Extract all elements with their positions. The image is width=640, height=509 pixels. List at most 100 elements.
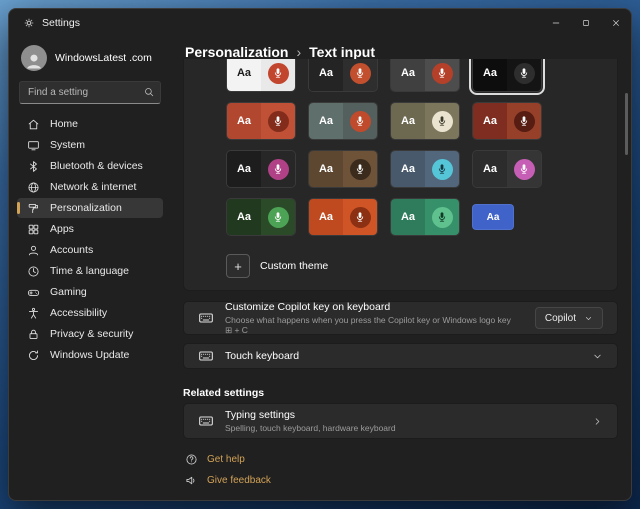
sidebar-item-gaming[interactable]: Gaming	[17, 282, 163, 302]
desktop-background: Settings WindowsLatest .com Home System Bl…	[0, 0, 640, 509]
titlebar: Settings	[9, 9, 631, 37]
copilot-dropdown[interactable]: Copilot	[535, 307, 603, 329]
sidebar-item-time-language[interactable]: Time & language	[17, 261, 163, 281]
avatar	[21, 45, 47, 71]
theme-aa-label: Aa	[401, 163, 415, 175]
breadcrumb-personalization[interactable]: Personalization	[185, 44, 288, 60]
sidebar-item-bluetooth-devices[interactable]: Bluetooth & devices	[17, 156, 163, 176]
theme-tile[interactable]: Aa	[308, 102, 378, 140]
theme-tile-mic-half	[425, 103, 459, 139]
theme-tile[interactable]: Aa	[472, 102, 542, 140]
footer-links: Get help Give feedback	[183, 453, 618, 487]
get-help-link[interactable]: Get help	[185, 453, 245, 466]
window-title: Settings	[42, 17, 80, 29]
time-icon	[27, 265, 40, 278]
theme-aa-label: Aa	[319, 163, 333, 175]
theme-tile[interactable]: Aa	[226, 198, 296, 236]
custom-theme-button[interactable]: + Custom theme	[226, 254, 328, 278]
theme-tile[interactable]: Aa	[472, 204, 514, 230]
sidebar-item-system[interactable]: System	[17, 135, 163, 155]
theme-aa-label: Aa	[237, 67, 251, 79]
mic-circle	[268, 63, 289, 84]
theme-tile-mic-half	[261, 199, 295, 235]
theme-tile[interactable]: Aa	[308, 59, 378, 92]
accessibility-icon	[27, 307, 40, 320]
sidebar-item-personalization[interactable]: Personalization	[17, 198, 163, 218]
theme-tile[interactable]: Aa	[390, 59, 460, 92]
sidebar-item-label: Bluetooth & devices	[50, 160, 143, 172]
sidebar-item-accounts[interactable]: Accounts	[17, 240, 163, 260]
sidebar-item-accessibility[interactable]: Accessibility	[17, 303, 163, 323]
theme-aa-label: Aa	[319, 67, 333, 79]
typing-settings-text: Typing settings Spelling, touch keyboard…	[225, 409, 396, 433]
theme-tile-selected[interactable]: Aa	[472, 59, 542, 92]
sidebar-item-apps[interactable]: Apps	[17, 219, 163, 239]
chevron-down-icon	[584, 314, 593, 323]
sidebar-item-windows-update[interactable]: Windows Update	[17, 345, 163, 365]
sidebar-item-label: System	[50, 139, 85, 151]
theme-tile-text-half: Aa	[473, 103, 507, 139]
theme-tile[interactable]: Aa	[226, 59, 296, 92]
footer-link-label: Give feedback	[207, 475, 271, 486]
theme-tile[interactable]: Aa	[390, 102, 460, 140]
theme-tile[interactable]: Aa	[308, 150, 378, 188]
maximize-button[interactable]	[571, 9, 601, 37]
user-profile[interactable]: WindowsLatest .com	[17, 39, 163, 81]
microphone-icon	[354, 163, 366, 175]
microphone-icon	[354, 211, 366, 223]
microphone-icon	[518, 67, 530, 79]
give-feedback-link[interactable]: Give feedback	[185, 474, 271, 487]
mic-circle	[350, 111, 371, 132]
theme-tile[interactable]: Aa	[226, 150, 296, 188]
sidebar-item-label: Accounts	[50, 244, 93, 256]
microphone-icon	[272, 115, 284, 127]
touch-keyboard-row[interactable]: Touch keyboard	[183, 343, 618, 369]
theme-tile[interactable]: Aa	[472, 150, 542, 188]
typing-settings-row[interactable]: Typing settings Spelling, touch keyboard…	[183, 403, 618, 439]
theme-tile[interactable]: Aa	[226, 102, 296, 140]
mic-circle	[350, 207, 371, 228]
theme-tile-mic-half	[425, 199, 459, 235]
user-name: WindowsLatest .com	[55, 52, 152, 64]
mic-circle	[350, 159, 371, 180]
theme-aa-label: Aa	[483, 67, 497, 79]
microphone-icon	[272, 67, 284, 79]
sidebar-item-privacy-security[interactable]: Privacy & security	[17, 324, 163, 344]
keyboard-icon	[198, 413, 214, 429]
minimize-button[interactable]	[541, 9, 571, 37]
update-icon	[27, 349, 40, 362]
scrollbar-thumb[interactable]	[625, 93, 628, 155]
theme-tile-mic-half	[261, 59, 295, 91]
theme-tile-text-half: Aa	[227, 199, 261, 235]
window-body: WindowsLatest .com Home System Bluetooth &…	[9, 37, 631, 500]
main-content: Personalization › Text input AaAaAaAaAaA…	[171, 37, 631, 500]
microphone-icon	[436, 67, 448, 79]
theme-tile[interactable]: Aa	[390, 198, 460, 236]
microphone-icon	[518, 163, 530, 175]
sidebar-item-home[interactable]: Home	[17, 114, 163, 134]
theme-tile-mic-half	[507, 151, 541, 187]
footer-link-label: Get help	[207, 454, 245, 465]
theme-grid: Aa Aa Aa Aa Aa Aa Aa Aa Aa Aa Aa Aa Aa Aa Aa Aa	[226, 59, 542, 236]
theme-aa-label: Aa	[487, 212, 500, 223]
microphone-icon	[272, 211, 284, 223]
titlebar-left: Settings	[9, 17, 541, 29]
sidebar-nav: Home System Bluetooth & devices Network & i…	[17, 114, 163, 366]
sidebar-item-label: Accessibility	[50, 307, 107, 319]
plus-icon: +	[226, 254, 250, 278]
theme-aa-label: Aa	[237, 115, 251, 127]
search-input[interactable]	[19, 81, 161, 104]
microphone-icon	[436, 115, 448, 127]
sidebar-item-label: Network & internet	[50, 181, 136, 193]
system-icon	[27, 139, 40, 152]
close-icon	[611, 18, 621, 28]
mic-circle	[514, 111, 535, 132]
theme-aa-label: Aa	[401, 115, 415, 127]
keyboard-icon	[198, 310, 214, 326]
mic-circle	[350, 63, 371, 84]
theme-tile[interactable]: Aa	[390, 150, 460, 188]
sidebar-item-network-internet[interactable]: Network & internet	[17, 177, 163, 197]
theme-tile[interactable]: Aa	[308, 198, 378, 236]
mic-circle	[268, 159, 289, 180]
close-button[interactable]	[601, 9, 631, 37]
